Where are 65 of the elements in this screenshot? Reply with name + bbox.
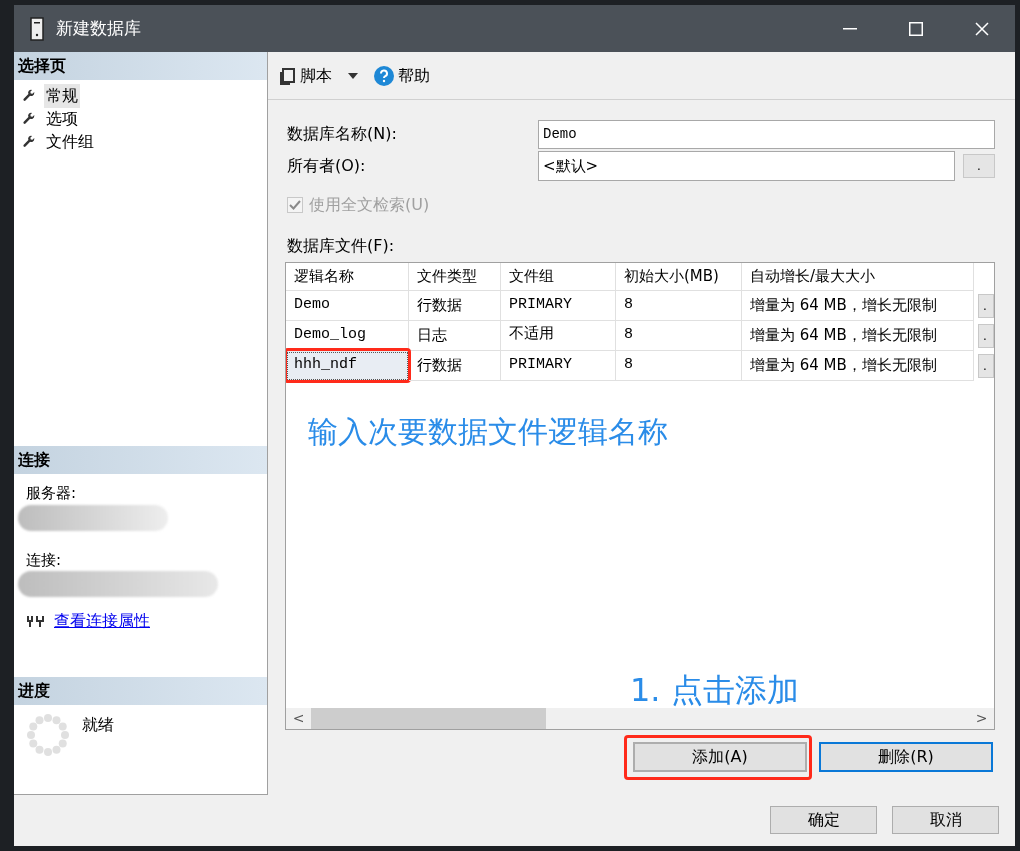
table-cell[interactable]: Demo <box>286 291 409 321</box>
minimize-icon <box>843 27 857 30</box>
sidebar-item[interactable]: 选项 <box>44 106 80 131</box>
column-header: 逻辑名称 <box>286 263 409 291</box>
checkmark-icon <box>289 200 301 210</box>
scrollbar-thumb[interactable] <box>311 708 546 729</box>
scroll-right-arrow[interactable]: > <box>969 708 994 729</box>
window-title: 新建数据库 <box>56 16 141 40</box>
field-label: 服务器: <box>26 483 78 504</box>
wrench-icon <box>22 88 36 103</box>
section-header: 连接 <box>14 446 267 474</box>
spinner-icon <box>26 713 70 757</box>
status-text: 就绪 <box>82 714 114 736</box>
dialog-button[interactable]: 确定 <box>770 806 877 834</box>
table-cell: 增量为 64 MB，增长无限制 <box>742 291 974 321</box>
table-cell: 增量为 64 MB，增长无限制 <box>742 351 974 381</box>
script-button[interactable]: 脚本 <box>280 63 332 88</box>
field-label: 数据库名称(N): <box>287 123 398 145</box>
column-header: 自动增长/最大大小 <box>742 263 974 291</box>
maximize-icon <box>909 21 923 36</box>
column-header: 初始大小(MB) <box>616 263 742 291</box>
script-icon <box>280 66 296 85</box>
owner-field[interactable]: <默认> <box>538 151 955 181</box>
browse-button[interactable]: . <box>963 154 995 178</box>
section-header: 选择页 <box>14 52 267 80</box>
ellipsis-button[interactable]: . <box>978 324 994 348</box>
table-cell: 增量为 64 MB，增长无限制 <box>742 321 974 351</box>
field-label: 所有者(O): <box>287 155 367 177</box>
table-cell: 行数据 <box>409 351 501 381</box>
column-header: 文件组 <box>501 263 616 291</box>
annotation-text: 1. 点击添加 <box>630 672 800 708</box>
table-cell: 8 <box>616 291 742 321</box>
help-icon <box>374 65 394 86</box>
scroll-left-arrow[interactable]: < <box>286 708 311 729</box>
sidebar-item[interactable]: 常规 <box>44 83 80 108</box>
server-icon <box>30 16 44 41</box>
table-cell[interactable]: hhh_ndf <box>286 351 409 381</box>
connection-properties-link[interactable]: 查看连接属性 <box>54 609 150 633</box>
section-label: 数据库文件(F): <box>287 235 396 257</box>
column-header: 文件类型 <box>409 263 501 291</box>
table-cell: PRIMARY <box>501 351 616 381</box>
table-cell: 8 <box>616 351 742 381</box>
table-cell: PRIMARY <box>501 291 616 321</box>
ellipsis-button[interactable]: . <box>978 354 994 378</box>
annotation-text: 输入次要数据文件逻辑名称 <box>308 413 669 451</box>
help-button[interactable]: 帮助 <box>374 63 430 88</box>
dropdown-caret-icon[interactable] <box>348 72 358 79</box>
table-cell: 8 <box>616 321 742 351</box>
table-cell: 行数据 <box>409 291 501 321</box>
table-cell: 日志 <box>409 321 501 351</box>
database-name-field[interactable]: Demo <box>538 119 995 149</box>
horizontal-scrollbar[interactable]: < > <box>286 708 994 729</box>
close-icon <box>975 21 989 36</box>
wrench-icon <box>22 111 36 126</box>
ellipsis-button[interactable]: . <box>978 294 994 318</box>
plug-icon <box>26 613 46 629</box>
section-header: 进度 <box>14 677 267 705</box>
file-action-button[interactable]: 删除(R) <box>819 742 993 772</box>
field-label: 连接: <box>26 549 63 571</box>
dialog-button[interactable]: 取消 <box>892 806 999 834</box>
checkbox-label: 使用全文检索(U) <box>309 194 430 216</box>
sidebar-item[interactable]: 文件组 <box>44 129 96 154</box>
file-action-button[interactable]: 添加(A) <box>633 742 807 772</box>
wrench-icon <box>22 134 36 149</box>
table-cell: 不适用 <box>501 321 616 351</box>
